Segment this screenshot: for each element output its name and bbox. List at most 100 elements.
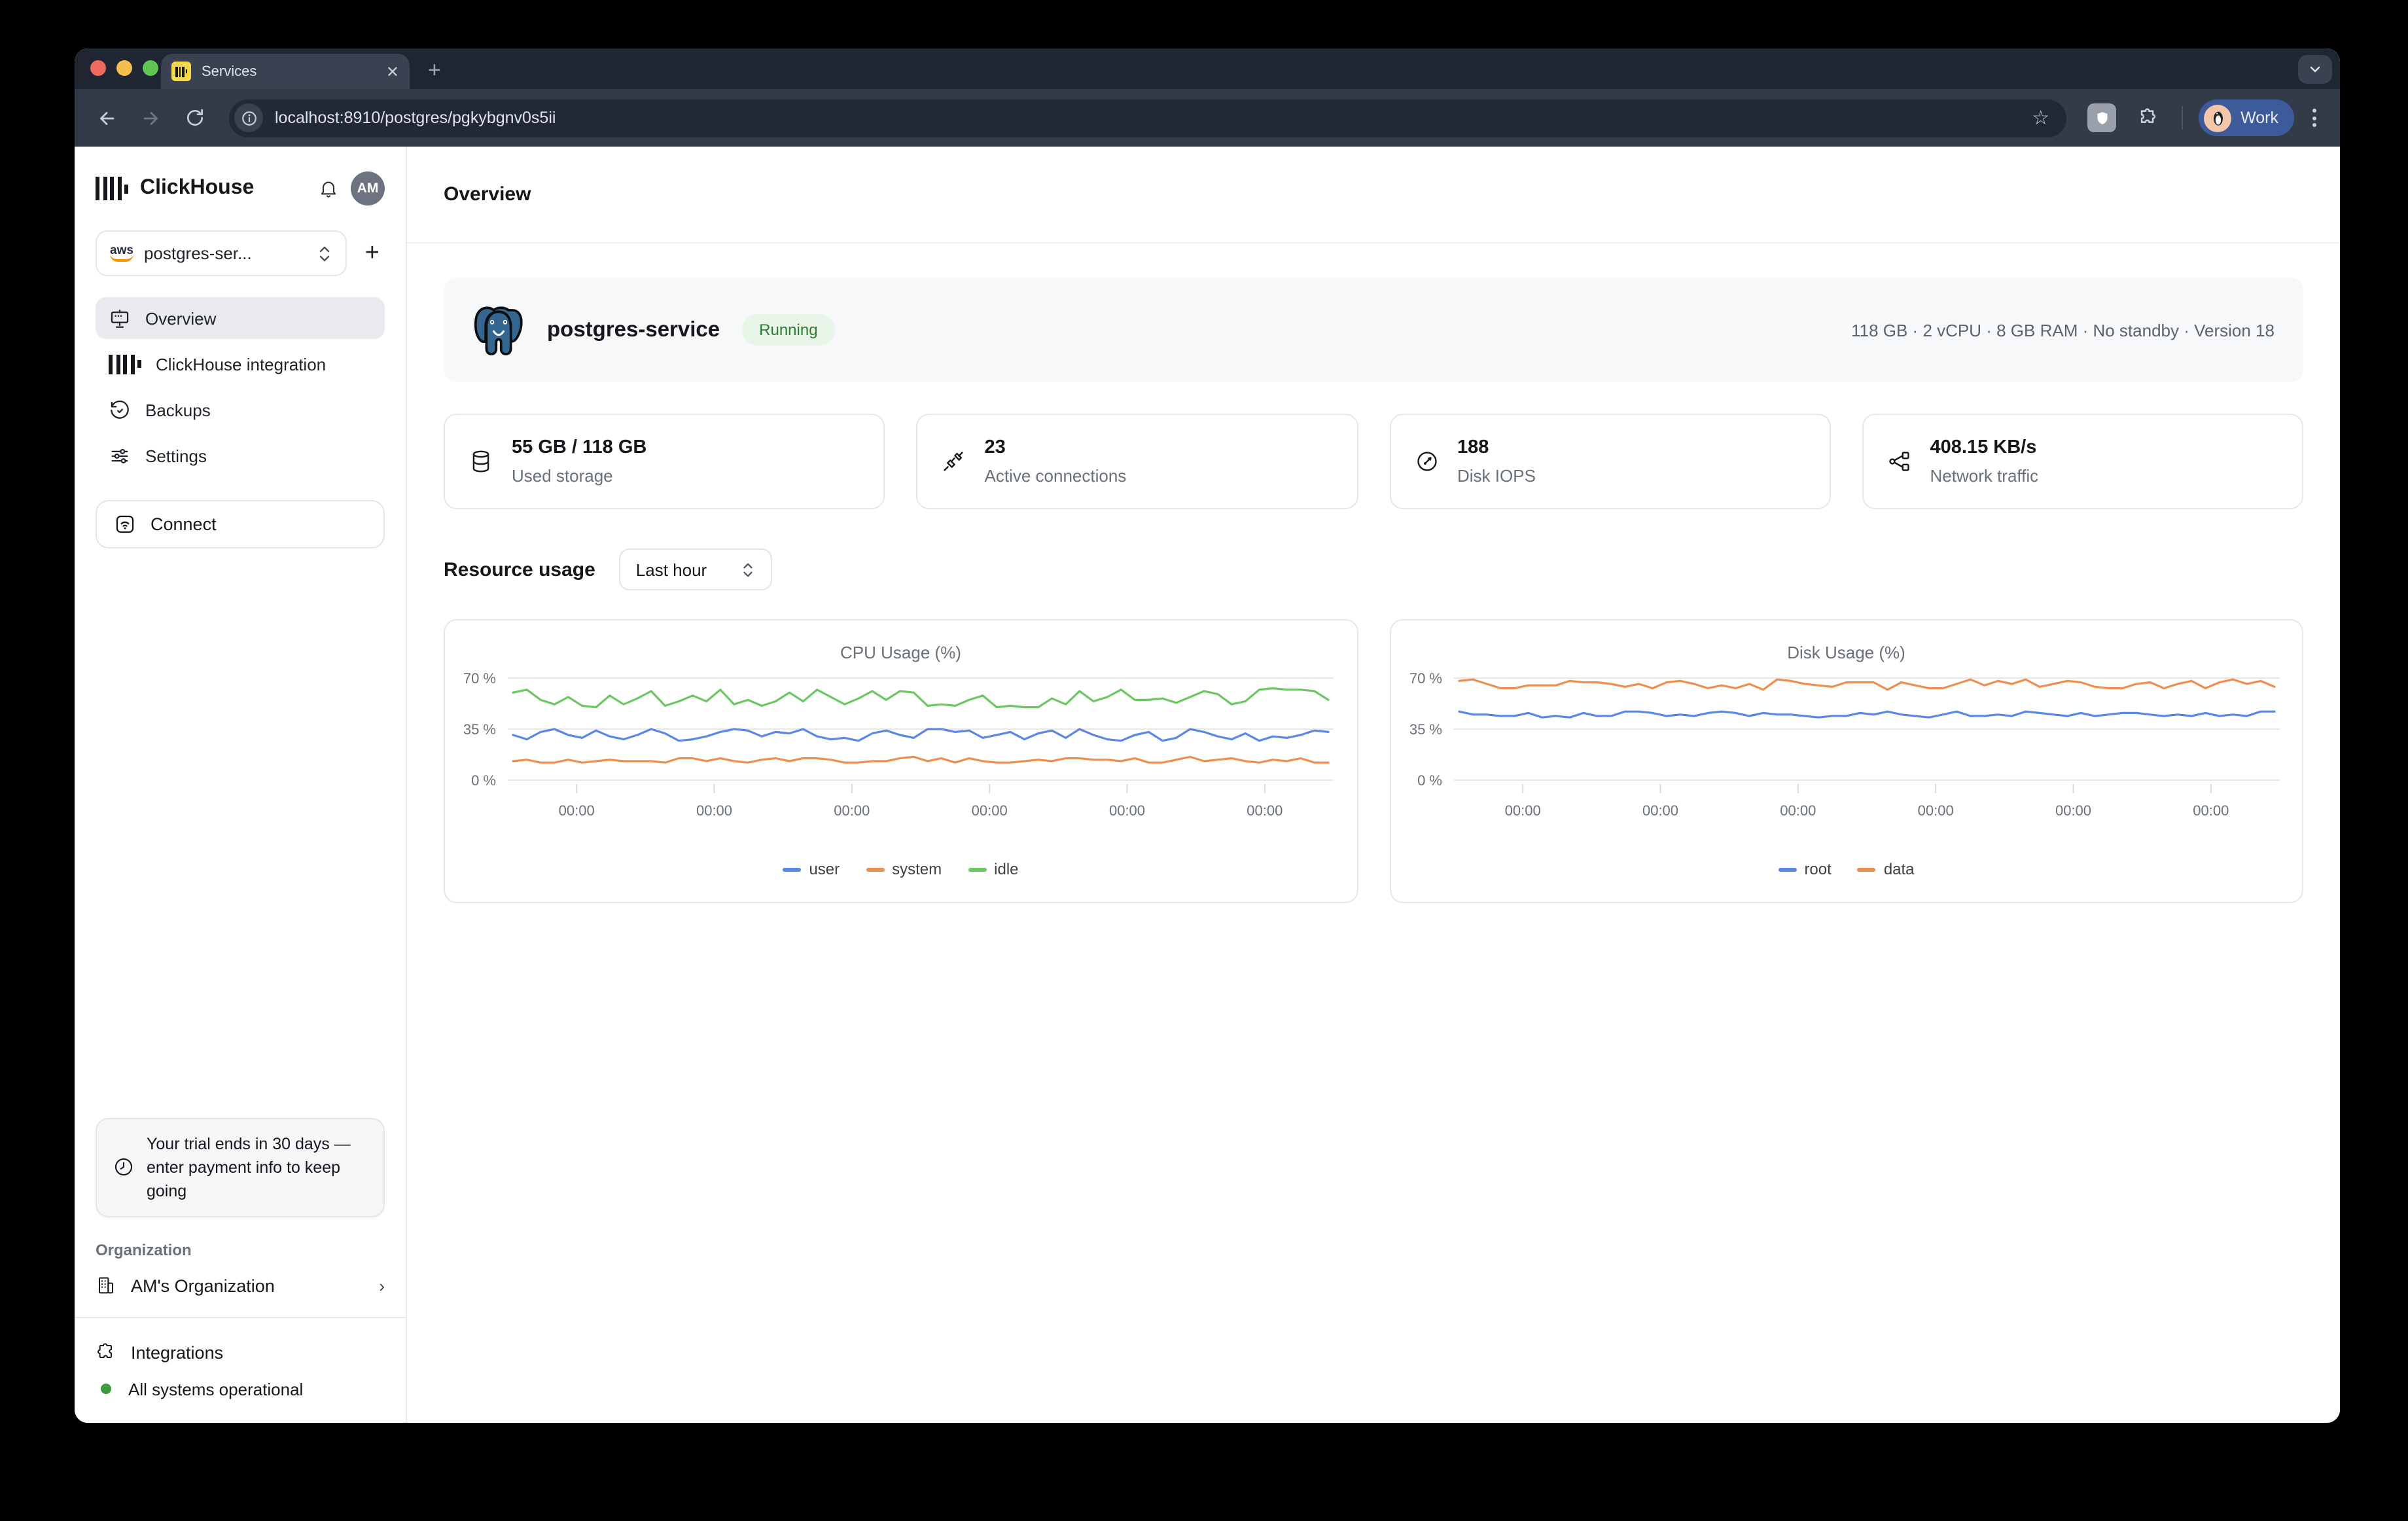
tab-services[interactable]: Services ✕ — [161, 54, 410, 89]
legend-item-data[interactable]: data — [1858, 860, 1915, 878]
integrations-link[interactable]: Integrations — [96, 1336, 385, 1368]
sidebar-item-label: Backups — [145, 400, 211, 420]
legend-item-system[interactable]: system — [866, 860, 942, 878]
tab-close-icon[interactable]: ✕ — [386, 62, 399, 81]
user-avatar[interactable]: AM — [351, 171, 385, 206]
svg-text:35 %: 35 % — [463, 721, 496, 738]
extensions-button[interactable] — [2129, 99, 2166, 136]
legend-swatch — [968, 867, 986, 871]
legend-item-user[interactable]: user — [783, 860, 840, 878]
time-range-select[interactable]: Last hour — [619, 548, 772, 590]
sidebar-item-backups[interactable]: Backups — [96, 389, 385, 431]
svg-text:00:00: 00:00 — [696, 802, 732, 819]
browser-window: Services ✕ + localhost:8910 — [75, 48, 2340, 1423]
tab-strip: Services ✕ + — [75, 48, 2340, 89]
site-info-icon[interactable] — [234, 103, 263, 132]
organization-row[interactable]: AM's Organization › — [96, 1275, 385, 1296]
svg-text:00:00: 00:00 — [1779, 802, 1815, 819]
service-selector[interactable]: aws postgres-ser... — [96, 230, 347, 276]
brand-row: ClickHouse AM — [96, 165, 385, 212]
building-icon — [96, 1275, 116, 1296]
new-tab-button[interactable]: + — [428, 58, 441, 89]
stat-disk-iops: 188Disk IOPS — [1389, 414, 1831, 509]
svg-text:00:00: 00:00 — [834, 802, 870, 819]
chart-title: Disk Usage (%) — [1390, 643, 2302, 662]
app-content: ClickHouse AM aws postgres-ser... + — [75, 147, 2340, 1423]
maximize-window-button[interactable] — [143, 60, 158, 76]
arrow-right-icon — [139, 107, 162, 129]
url-text: localhost:8910/postgres/pgkybgnv0s5ii — [275, 109, 2021, 127]
chevron-up-down-icon — [741, 561, 755, 578]
connect-label: Connect — [150, 514, 217, 534]
connections-icon — [942, 449, 966, 474]
status-ok-dot — [101, 1384, 111, 1394]
reload-button[interactable] — [177, 99, 213, 136]
svg-text:00:00: 00:00 — [1247, 802, 1283, 819]
sidebar-item-settings[interactable]: Settings — [96, 435, 385, 476]
stat-label: Network traffic — [1930, 466, 2039, 486]
profile-avatar — [2204, 104, 2231, 132]
puzzle-icon — [2136, 107, 2159, 129]
legend-swatch — [866, 867, 884, 871]
svg-text:35 %: 35 % — [1409, 721, 1442, 738]
legend-swatch — [1778, 867, 1796, 871]
stat-used-storage: 55 GB / 118 GBUsed storage — [444, 414, 885, 509]
sidebar-item-label: Settings — [145, 446, 207, 465]
connect-icon — [114, 513, 136, 535]
svg-text:00:00: 00:00 — [559, 802, 595, 819]
svg-text:00:00: 00:00 — [2192, 802, 2228, 819]
chart-legend: root data — [1390, 860, 2302, 878]
charts-row: CPU Usage (%) 70 %35 %0 %00:0000:0000:00… — [444, 619, 2303, 903]
legend-item-root[interactable]: root — [1778, 860, 1831, 878]
shield-icon — [2093, 109, 2110, 126]
sidebar-nav: Overview ClickHouse integration Backups … — [96, 297, 385, 476]
aws-icon: aws — [110, 245, 133, 262]
gauge-icon — [1414, 449, 1439, 474]
window-controls — [90, 60, 158, 76]
page-body: postgres-service Running 118 GB · 2 vCPU… — [407, 243, 2340, 937]
shield-extension-icon[interactable] — [2087, 103, 2116, 132]
stat-value: 23 — [985, 437, 1127, 458]
legend-label: user — [809, 860, 840, 878]
stats-row: 55 GB / 118 GBUsed storage 23Active conn… — [444, 414, 2303, 509]
clickhouse-logo-icon — [96, 177, 128, 200]
browser-menu-button[interactable] — [2302, 109, 2327, 127]
profile-chip[interactable]: Work — [2199, 99, 2294, 136]
system-status-row[interactable]: All systems operational — [96, 1373, 385, 1405]
connect-button[interactable]: Connect — [96, 500, 385, 548]
svg-text:00:00: 00:00 — [1109, 802, 1145, 819]
chart-title: CPU Usage (%) — [445, 643, 1356, 662]
service-specs: 118 GB · 2 vCPU · 8 GB RAM · No standby … — [1851, 320, 2275, 340]
svg-text:0 %: 0 % — [1417, 772, 1442, 789]
cpu-usage-chart: CPU Usage (%) 70 %35 %0 %00:0000:0000:00… — [444, 619, 1358, 903]
sidebar-item-clickhouse-integration[interactable]: ClickHouse integration — [96, 343, 385, 385]
service-name: postgres-service — [547, 317, 720, 342]
minimize-window-button[interactable] — [116, 60, 132, 76]
postgresql-elephant-icon — [472, 303, 525, 357]
desktop: Services ✕ + localhost:8910 — [0, 0, 2408, 1521]
chevron-down-icon — [2307, 62, 2323, 77]
forward-button[interactable] — [132, 99, 169, 136]
back-button[interactable] — [88, 99, 124, 136]
sidebar-item-overview[interactable]: Overview — [96, 297, 385, 339]
add-service-button[interactable]: + — [360, 239, 385, 268]
stat-network-traffic: 408.15 KB/sNetwork traffic — [1862, 414, 2304, 509]
status-text: All systems operational — [128, 1379, 303, 1399]
address-bar[interactable]: localhost:8910/postgres/pgkybgnv0s5ii ☆ — [229, 99, 2066, 137]
main-panel: Overview postgres-service Running — [407, 147, 2340, 1423]
service-selector-row: aws postgres-ser... + — [96, 230, 385, 276]
resource-usage-row: Resource usage Last hour — [444, 548, 2303, 590]
profile-name: Work — [2240, 109, 2278, 127]
database-icon — [469, 449, 493, 474]
clickhouse-favicon — [171, 62, 191, 81]
toolbar-separator — [2182, 106, 2183, 130]
penguin-icon — [2208, 109, 2227, 127]
close-window-button[interactable] — [90, 60, 106, 76]
integrations-label: Integrations — [131, 1342, 223, 1362]
organization-label: Organization — [96, 1241, 385, 1259]
tab-search-button[interactable] — [2298, 55, 2332, 84]
bell-icon[interactable] — [318, 178, 339, 199]
legend-item-idle[interactable]: idle — [968, 860, 1018, 878]
bookmark-star-icon[interactable]: ☆ — [2032, 106, 2049, 130]
brand-name: ClickHouse — [140, 177, 306, 200]
